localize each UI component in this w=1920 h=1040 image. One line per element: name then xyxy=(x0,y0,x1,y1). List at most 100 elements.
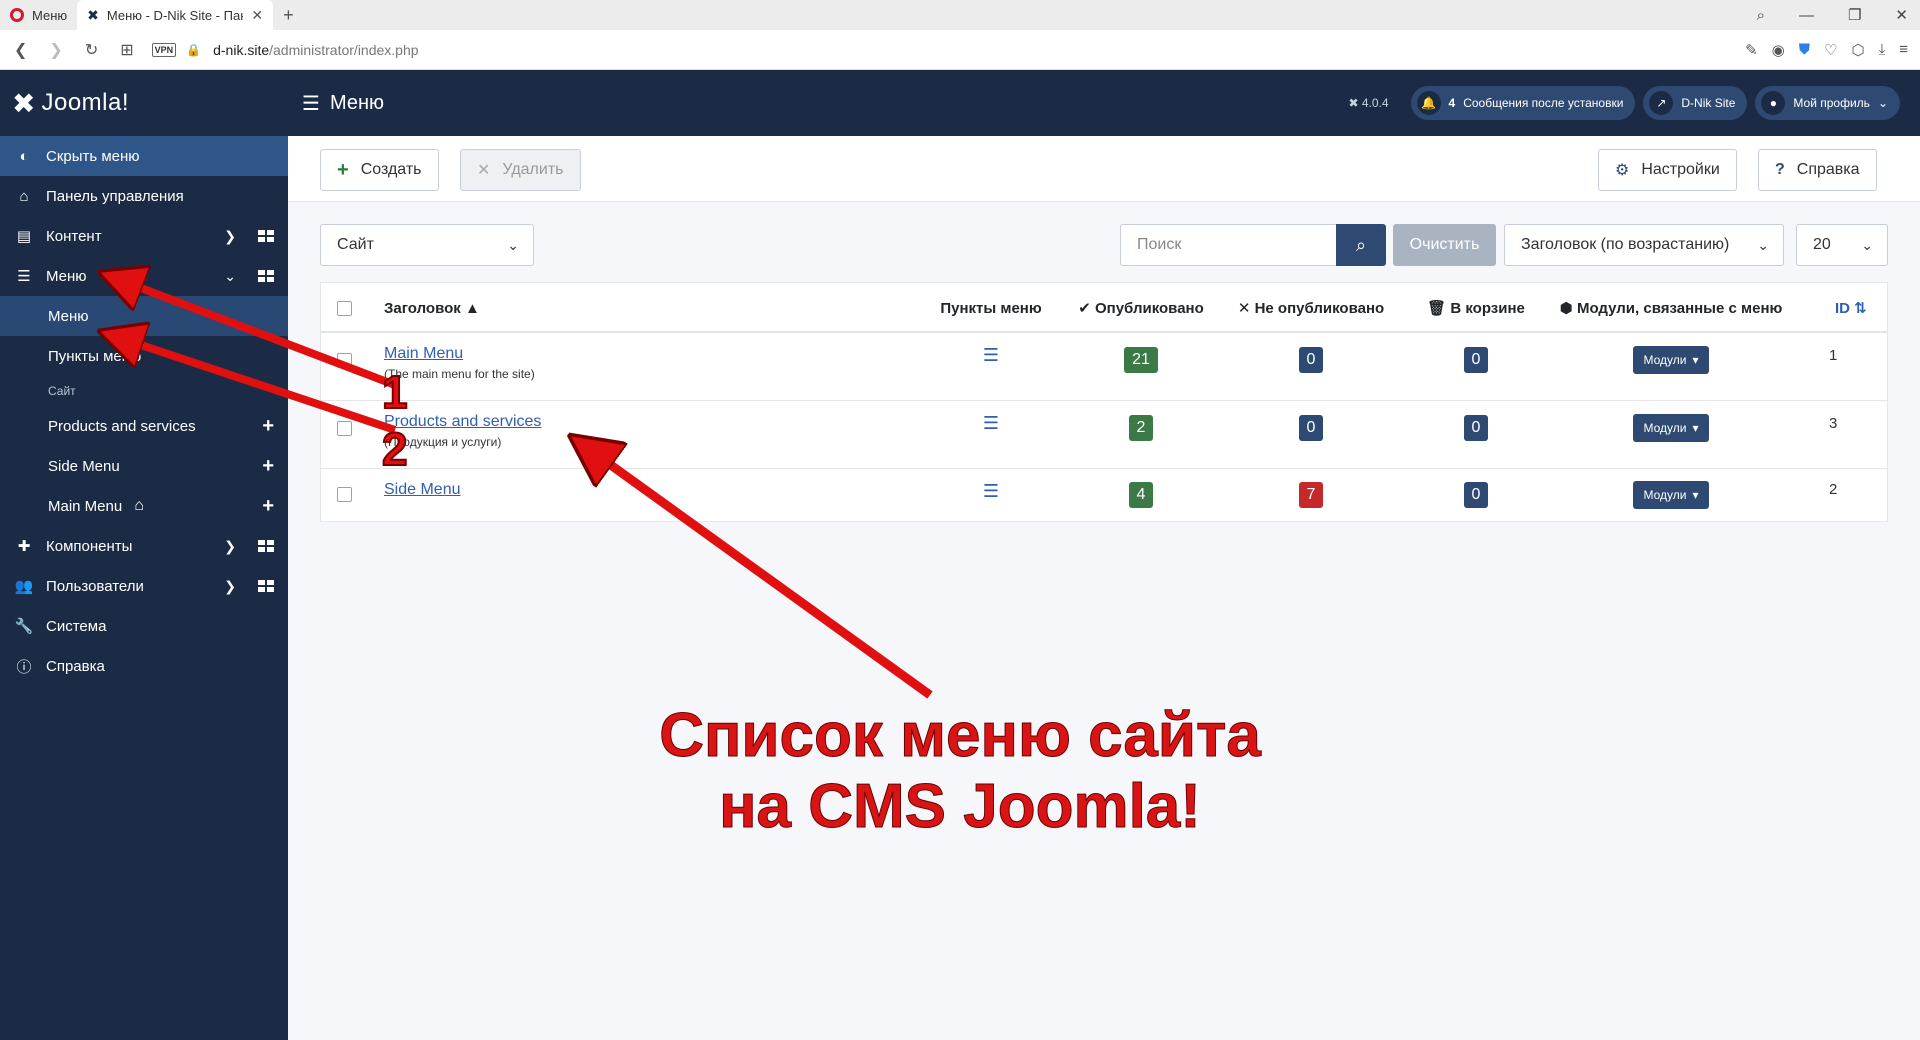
close-tab-icon[interactable]: ✕ xyxy=(251,7,263,24)
back-icon[interactable]: ❮ xyxy=(14,40,27,60)
users-icon: 👥 xyxy=(14,578,34,595)
sidebar-item-components[interactable]: ✚ Компоненты ❯ xyxy=(0,526,288,566)
browser-tab-active[interactable]: ✖ Меню - D-Nik Site - Панель ✕ xyxy=(77,0,274,30)
delete-label: Удалить xyxy=(502,161,564,178)
delete-button[interactable]: ✕ Удалить xyxy=(460,149,581,191)
browser-tab[interactable]: Меню xyxy=(0,0,77,30)
restore-button[interactable]: ❐ xyxy=(1848,6,1861,24)
dashboard-grid-icon[interactable] xyxy=(258,270,274,282)
menu-items-list-icon[interactable]: ☰ xyxy=(983,413,999,434)
menu-items-list-icon[interactable]: ☰ xyxy=(983,481,999,502)
dashboard-grid-icon[interactable] xyxy=(258,580,274,592)
vpn-badge[interactable]: VPN xyxy=(151,42,177,57)
create-button[interactable]: + Создать xyxy=(320,149,439,191)
profile-button[interactable]: ● Мой профиль ⌄ xyxy=(1755,86,1900,120)
trash-icon: 🗑 xyxy=(1427,300,1447,317)
shield-icon[interactable]: ⛊ xyxy=(1799,41,1810,58)
sidebar-subitem-menus[interactable]: Меню xyxy=(0,296,288,336)
dashboard-grid-icon[interactable] xyxy=(258,540,274,552)
sort-select[interactable]: Заголовок (по возрастанию) ⌄ xyxy=(1504,224,1784,266)
chevron-down-icon: ⌄ xyxy=(1877,96,1888,110)
settings-button[interactable]: ⚙ Настройки xyxy=(1598,149,1737,191)
clear-button[interactable]: Очистить xyxy=(1393,224,1496,266)
lock-icon[interactable]: 🔒 xyxy=(186,43,201,57)
modules-dropdown-button[interactable]: Модули ▾ xyxy=(1633,346,1709,374)
notifications-count: 4 xyxy=(1448,96,1456,110)
download-icon[interactable]: ⤓ xyxy=(1879,41,1886,58)
th-id[interactable]: ID ⇅ xyxy=(1835,283,1867,333)
sidebar-subitem-label: Side Menu xyxy=(48,457,120,475)
sidebar-item-label: Справка xyxy=(46,657,105,675)
new-tab-button[interactable]: + xyxy=(273,5,304,26)
trashed-count-badge[interactable]: 0 xyxy=(1463,482,1489,508)
user-icon: ● xyxy=(1761,91,1786,115)
th-title-label: Заголовок xyxy=(384,299,461,317)
unpublished-count-badge[interactable]: 7 xyxy=(1298,482,1324,508)
menu-items-list-icon[interactable]: ☰ xyxy=(983,345,999,366)
add-item-icon[interactable]: + xyxy=(262,415,274,438)
row-checkbox[interactable] xyxy=(337,353,352,368)
th-title[interactable]: Заголовок ▲ xyxy=(384,283,480,333)
logo[interactable]: ✖ Joomla! xyxy=(0,70,288,136)
view-site-button[interactable]: ↗ D-Nik Site xyxy=(1643,86,1748,120)
row-checkbox[interactable] xyxy=(337,487,352,502)
url-field[interactable]: d-nik.site/administrator/index.php xyxy=(213,42,418,58)
limit-select[interactable]: 20 ⌄ xyxy=(1796,224,1888,266)
limit-select-value: 20 xyxy=(1813,236,1831,253)
camera-icon[interactable]: ◉ xyxy=(1772,41,1785,59)
plus-icon: + xyxy=(337,158,349,181)
add-item-icon[interactable]: + xyxy=(262,495,274,518)
sidebar-item-users[interactable]: 👥 Пользователи ❯ xyxy=(0,566,288,606)
trashed-count-badge[interactable]: 0 xyxy=(1463,415,1489,441)
box-icon[interactable]: ⬡ xyxy=(1851,41,1864,59)
dashboard-grid-icon[interactable] xyxy=(258,230,274,242)
menu-title-link[interactable]: Side Menu xyxy=(384,481,461,499)
published-count-badge[interactable]: 21 xyxy=(1124,347,1158,373)
search-button[interactable]: ⌕ xyxy=(1336,224,1386,266)
sidebar-subitem-label: Пункты меню xyxy=(48,347,142,365)
unpublished-count-badge[interactable]: 0 xyxy=(1298,347,1324,373)
sidebar-subitem-label: Main Menu xyxy=(48,497,123,515)
add-item-icon[interactable]: + xyxy=(262,455,274,478)
published-count-badge[interactable]: 4 xyxy=(1128,482,1154,508)
edit-icon[interactable]: ✎ xyxy=(1745,41,1758,59)
row-checkbox[interactable] xyxy=(337,421,352,436)
annotation-line-1: Список меню сайта xyxy=(659,700,1262,770)
sidebar-item-help[interactable]: ⓘ Справка xyxy=(0,646,288,686)
unpublished-count-badge[interactable]: 0 xyxy=(1298,415,1324,441)
sidebar-item-label: Компоненты xyxy=(46,537,133,555)
speed-dial-icon[interactable]: ⊞ xyxy=(120,40,133,60)
modules-label: Модули xyxy=(1643,421,1687,435)
search-tabs-icon[interactable]: ⌕ xyxy=(1757,7,1765,24)
menu-icon[interactable]: ≡ xyxy=(1899,41,1908,58)
heart-icon[interactable]: ♡ xyxy=(1824,41,1837,59)
sidebar-menu-products[interactable]: Products and services + xyxy=(0,406,288,446)
bell-icon: 🔔 xyxy=(1416,91,1441,115)
modules-dropdown-button[interactable]: Модули ▾ xyxy=(1633,481,1709,509)
minimize-button[interactable]: — xyxy=(1799,7,1814,24)
search-input[interactable]: Поиск xyxy=(1120,224,1336,266)
modules-dropdown-button[interactable]: Модули ▾ xyxy=(1633,414,1709,442)
menu-title-link[interactable]: Main Menu xyxy=(384,345,463,363)
close-window-button[interactable]: ✕ xyxy=(1895,6,1908,24)
help-button[interactable]: ? Справка xyxy=(1758,149,1877,191)
sidebar-menu-side[interactable]: Side Menu + xyxy=(0,446,288,486)
puzzle-icon: ✚ xyxy=(17,538,31,555)
forward-icon[interactable]: ❯ xyxy=(49,40,62,60)
sidebar-item-dashboard[interactable]: ⌂ Панель управления xyxy=(0,176,288,216)
times-icon: ✕ xyxy=(1237,300,1251,317)
hide-menu-toggle[interactable]: ◐ Скрыть меню xyxy=(0,136,288,176)
reload-icon[interactable]: ↻ xyxy=(85,40,98,60)
client-select[interactable]: Сайт ⌄ xyxy=(320,224,534,266)
sidebar-subitem-menu-items[interactable]: Пункты меню xyxy=(0,336,288,376)
notifications-button[interactable]: 🔔 4 Сообщения после установки xyxy=(1410,86,1636,120)
sidebar-item-menus[interactable]: ☰ Меню ⌄ xyxy=(0,256,288,296)
trashed-count-badge[interactable]: 0 xyxy=(1463,347,1489,373)
clear-label: Очистить xyxy=(1409,236,1480,253)
sidebar-menu-main[interactable]: Main Menu ⌂ + xyxy=(0,486,288,526)
sidebar-item-content[interactable]: ▤ Контент ❯ xyxy=(0,216,288,256)
table-row: Side Menu ☰ 4 7 0 Модули ▾ 2 xyxy=(321,469,1887,521)
sidebar-item-system[interactable]: 🔧 Система xyxy=(0,606,288,646)
select-all-checkbox[interactable] xyxy=(337,300,352,316)
published-count-badge[interactable]: 2 xyxy=(1128,415,1154,441)
